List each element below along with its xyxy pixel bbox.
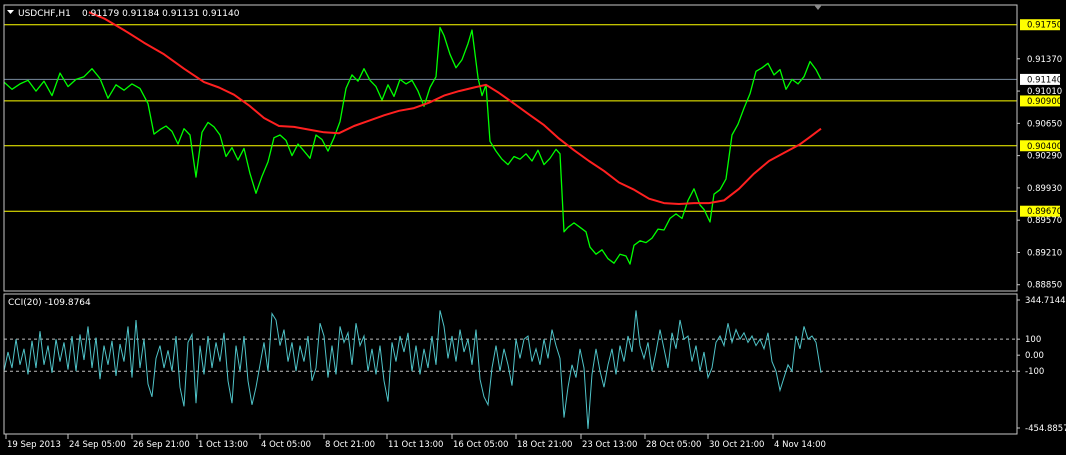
y-tick-label: 0.90290 bbox=[1027, 152, 1062, 162]
trading-chart-window[interactable]: 0.913700.910100.906500.902900.899300.895… bbox=[0, 0, 1066, 455]
x-tick-label: 26 Sep 21:00 bbox=[133, 440, 190, 450]
x-tick-label: 18 Oct 21:00 bbox=[517, 440, 572, 450]
level-price-label: 0.90900 bbox=[1027, 97, 1062, 107]
x-tick-label: 28 Oct 05:00 bbox=[646, 440, 701, 450]
y-tick-label: 0.88850 bbox=[1027, 281, 1062, 291]
cci-indicator-label: CCI(20) -109.8764 bbox=[8, 298, 91, 308]
level-price-label: 0.91750 bbox=[1027, 21, 1062, 31]
cci-y-tick-label: -100 bbox=[1025, 367, 1044, 377]
y-tick-label: 0.89210 bbox=[1027, 248, 1062, 258]
symbol-timeframe: USDCHF,H1 bbox=[18, 9, 71, 19]
chart-header: USDCHF,H1 0.91179 0.91184 0.91131 0.9114… bbox=[7, 9, 240, 19]
cci-y-tick-label: 100 bbox=[1025, 335, 1041, 345]
x-tick-label: 4 Oct 05:00 bbox=[261, 440, 311, 450]
x-tick-label: 30 Oct 21:00 bbox=[709, 440, 764, 450]
x-tick-label: 1 Oct 13:00 bbox=[198, 440, 248, 450]
level-price-label: 0.90400 bbox=[1027, 142, 1062, 152]
x-tick-label: 16 Oct 05:00 bbox=[453, 440, 508, 450]
y-tick-label: 0.90650 bbox=[1027, 119, 1062, 129]
current-price-label: 0.91140 bbox=[1027, 75, 1062, 85]
chart-background bbox=[0, 0, 1066, 455]
x-tick-label: 8 Oct 21:00 bbox=[325, 440, 375, 450]
y-tick-label: 0.89570 bbox=[1027, 216, 1062, 226]
x-tick-label: 24 Sep 05:00 bbox=[69, 440, 126, 450]
x-tick-label: 23 Oct 13:00 bbox=[582, 440, 637, 450]
cci-y-tick-label: 344.7144 bbox=[1025, 296, 1066, 306]
y-tick-label: 0.89930 bbox=[1027, 184, 1062, 194]
x-tick-label: 19 Sep 2013 bbox=[7, 440, 61, 450]
ohlc-values: 0.91179 0.91184 0.91131 0.91140 bbox=[82, 9, 240, 19]
level-price-label: 0.89670 bbox=[1027, 207, 1062, 217]
y-tick-label: 0.91370 bbox=[1027, 55, 1062, 65]
x-tick-label: 11 Oct 13:00 bbox=[388, 440, 443, 450]
cci-y-tick-label: -454.8857 bbox=[1025, 424, 1066, 434]
x-tick-label: 4 Nov 14:00 bbox=[774, 440, 826, 450]
cci-y-tick-label: 0.00 bbox=[1025, 351, 1044, 361]
